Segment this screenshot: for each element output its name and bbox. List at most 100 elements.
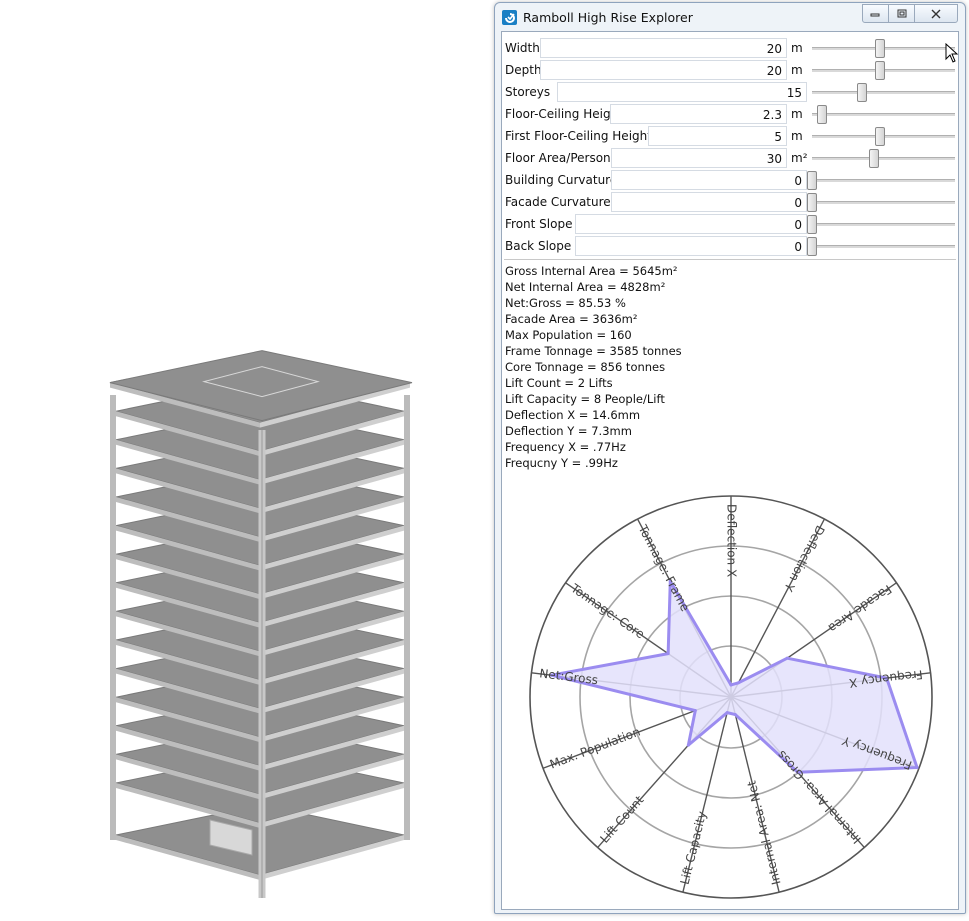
- result-line: Deflection X = 14.6mm: [505, 408, 641, 422]
- param-value: 0: [794, 196, 802, 210]
- param-value-input[interactable]: 0: [575, 236, 807, 256]
- radar-axis-label: Lift Capacity: [678, 810, 710, 886]
- param-value-input[interactable]: 2.3: [610, 104, 787, 124]
- param-unit: m: [791, 41, 803, 55]
- param-slider-track[interactable]: [812, 245, 955, 248]
- radar-data-point: [725, 711, 729, 715]
- minimize-button[interactable]: [862, 4, 889, 23]
- building-model: [109, 350, 413, 898]
- radar-axis-label: Internal Area: Net: [744, 779, 783, 886]
- result-line: Gross Internal Area = 5645m²: [505, 264, 678, 278]
- param-slider-thumb[interactable]: [816, 105, 827, 124]
- param-label: Back Slope: [505, 239, 572, 253]
- param-value-input[interactable]: 0: [611, 170, 807, 190]
- param-label: Floor-Ceiling Height: [505, 107, 623, 121]
- param-value: 20: [766, 42, 782, 56]
- radar-data-point: [915, 766, 919, 770]
- param-slider-track[interactable]: [812, 201, 955, 204]
- divider: [504, 259, 956, 260]
- radar-axis-label: Max. Population: [548, 725, 642, 772]
- result-line: Frequcny Y = .99Hz: [505, 456, 618, 470]
- param-slider-thumb[interactable]: [874, 61, 885, 80]
- title-bar[interactable]: Ramboll High Rise Explorer: [495, 3, 965, 31]
- param-row: Floor-Ceiling Height 2.3 m: [502, 103, 958, 125]
- param-value-input[interactable]: 20: [540, 60, 787, 80]
- radar-data-point: [666, 652, 670, 656]
- param-value: 0: [794, 218, 802, 232]
- param-label: Front Slope: [505, 217, 573, 231]
- param-label: Depth: [505, 63, 542, 77]
- result-line: Lift Capacity = 8 People/Lift: [505, 392, 665, 406]
- param-slider-track[interactable]: [812, 223, 955, 226]
- window-client-area: Width 20 m Depth 20 m Storeys 15 Floor-Ceiling H…: [501, 31, 959, 910]
- radar-axis-label: Tonnage: Frame: [635, 522, 692, 614]
- param-value-input[interactable]: 0: [575, 214, 807, 234]
- minimize-icon: [870, 13, 880, 17]
- radar-data-point: [729, 683, 733, 687]
- result-line: Frame Tonnage = 3585 tonnes: [505, 344, 682, 358]
- result-line: Net:Gross = 85.53 %: [505, 296, 626, 310]
- result-line: Deflection Y = 7.3mm: [505, 424, 632, 438]
- building-3d-viewport[interactable]: [0, 0, 490, 918]
- param-row: Width 20 m: [502, 37, 958, 59]
- param-row: Floor Area/Person 30 m²: [502, 147, 958, 169]
- param-value-input[interactable]: 0: [611, 192, 807, 212]
- radar-axis-label: Facade Area: [826, 582, 894, 635]
- param-value: 5: [774, 130, 782, 144]
- param-slider-track[interactable]: [812, 91, 955, 94]
- mouse-cursor-icon: [945, 43, 959, 63]
- param-label: Building Curvature: [505, 173, 618, 187]
- results-list: Gross Internal Area = 5645m² Net Internal…: [505, 263, 682, 471]
- result-line: Max Population = 160: [505, 328, 632, 342]
- close-button[interactable]: [914, 4, 958, 23]
- param-slider-thumb[interactable]: [874, 39, 885, 58]
- param-label: Floor Area/Person: [505, 151, 611, 165]
- result-line: Frequency X = .77Hz: [505, 440, 626, 454]
- result-line: Net Internal Area = 4828m²: [505, 280, 666, 294]
- param-slider-thumb[interactable]: [856, 83, 867, 102]
- radar-axis-label: Deflection Y: [781, 523, 827, 594]
- radar-axis-label: Deflection X: [725, 504, 739, 577]
- param-unit: m²: [791, 151, 808, 165]
- param-value-input[interactable]: 5: [648, 126, 787, 146]
- maximize-icon: [897, 9, 906, 17]
- param-value: 15: [786, 86, 802, 100]
- app-icon: [502, 10, 517, 25]
- param-slider-thumb[interactable]: [807, 171, 817, 190]
- close-icon: [931, 9, 941, 18]
- param-slider-thumb[interactable]: [869, 149, 880, 168]
- radar-data-point: [733, 713, 737, 717]
- param-slider-thumb[interactable]: [807, 193, 817, 212]
- maximize-button[interactable]: [888, 4, 915, 23]
- param-slider-thumb[interactable]: [807, 237, 817, 256]
- param-value-input[interactable]: 30: [611, 148, 787, 168]
- param-label: First Floor-Ceiling Height: [505, 129, 652, 143]
- radar-data-point: [686, 743, 690, 747]
- radar-axis-label: Tonnage: Core: [568, 581, 647, 642]
- param-value-input[interactable]: 15: [557, 82, 807, 102]
- param-unit: m: [791, 63, 803, 77]
- param-value: 0: [794, 174, 802, 188]
- param-value: 20: [766, 64, 782, 78]
- param-row: First Floor-Ceiling Height 5 m: [502, 125, 958, 147]
- radar-axis-label: Frequency X: [848, 667, 923, 690]
- param-row: Facade Curvature 0: [502, 191, 958, 213]
- param-slider-thumb[interactable]: [807, 215, 817, 234]
- param-slider-track[interactable]: [812, 157, 955, 160]
- radar-chart: Deflection X Deflection YFacade Area Frequ…: [529, 495, 933, 899]
- param-value: 2.3: [762, 108, 782, 122]
- result-line: Core Tonnage = 856 tonnes: [505, 360, 666, 374]
- param-slider-thumb[interactable]: [874, 127, 885, 146]
- param-row: Back Slope 0: [502, 235, 958, 257]
- param-slider-track[interactable]: [812, 179, 955, 182]
- param-label: Storeys: [505, 85, 551, 99]
- param-slider-track[interactable]: [812, 113, 955, 116]
- param-value-input[interactable]: 20: [540, 38, 787, 58]
- explorer-window: Ramboll High Rise Explorer Width 20 m Depth…: [494, 2, 966, 914]
- param-label: Facade Curvature: [505, 195, 611, 209]
- radar-data-point: [736, 681, 740, 685]
- result-line: Facade Area = 3636m²: [505, 312, 638, 326]
- param-value: 0: [794, 240, 802, 254]
- param-row: Storeys 15: [502, 81, 958, 103]
- result-line: Lift Count = 2 Lifts: [505, 376, 613, 390]
